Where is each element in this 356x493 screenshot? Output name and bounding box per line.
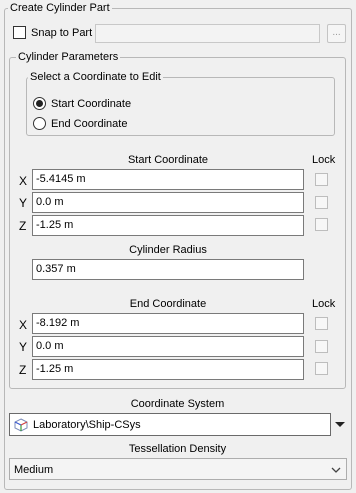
- end-z-input[interactable]: -1.25 m: [32, 359, 304, 380]
- snap-to-part-field[interactable]: [95, 24, 320, 43]
- coordinate-system-heading: Coordinate System: [130, 398, 225, 410]
- end-y-label: Y: [19, 340, 28, 354]
- start-y-input[interactable]: 0.0 m: [32, 192, 304, 213]
- coordinate-axes-icon: [13, 417, 29, 433]
- end-z-lock-checkbox[interactable]: [315, 362, 328, 375]
- end-y-lock-checkbox[interactable]: [315, 340, 328, 353]
- start-coordinate-heading: Start Coordinate: [127, 154, 209, 166]
- coordinate-system-combo[interactable]: Laboratory\Ship-CSys: [9, 413, 331, 436]
- lock-header-start: Lock: [312, 154, 336, 166]
- end-x-lock-checkbox[interactable]: [315, 317, 328, 330]
- start-y-label: Y: [19, 196, 28, 210]
- end-coordinate-heading: End Coordinate: [129, 298, 207, 310]
- coordinate-system-value: Laboratory\Ship-CSys: [33, 419, 141, 431]
- coordinate-system-dropdown-button[interactable]: [331, 413, 349, 436]
- end-x-label: X: [19, 318, 28, 332]
- snap-to-part-checkbox[interactable]: [13, 26, 26, 39]
- end-coordinate-radio[interactable]: [33, 117, 46, 130]
- start-z-input[interactable]: -1.25 m: [32, 215, 304, 236]
- end-z-label: Z: [19, 363, 27, 377]
- start-z-label: Z: [19, 219, 27, 233]
- chevron-down-icon: [330, 464, 342, 476]
- tessellation-density-combo[interactable]: Medium: [9, 458, 347, 480]
- cylinder-parameters-title: Cylinder Parameters: [16, 51, 121, 64]
- tessellation-density-value: Medium: [14, 464, 54, 476]
- start-coordinate-radio-label: Start Coordinate: [51, 98, 132, 110]
- cylinder-radius-heading: Cylinder Radius: [129, 244, 207, 256]
- select-coordinate-title: Select a Coordinate to Edit: [28, 71, 163, 84]
- dropdown-arrow-icon: [335, 422, 345, 427]
- start-x-lock-checkbox[interactable]: [315, 173, 328, 186]
- start-z-lock-checkbox[interactable]: [315, 218, 328, 231]
- create-cylinder-part-title: Create Cylinder Part: [8, 2, 112, 15]
- start-x-label: X: [19, 174, 28, 188]
- snap-to-part-label: Snap to Part: [31, 27, 93, 39]
- start-x-input[interactable]: -5.4145 m: [32, 169, 304, 190]
- start-y-lock-checkbox[interactable]: [315, 196, 328, 209]
- cylinder-radius-input[interactable]: 0.357 m: [32, 259, 304, 280]
- tessellation-density-heading: Tessellation Density: [128, 443, 227, 455]
- end-x-input[interactable]: -8.192 m: [32, 313, 304, 334]
- lock-header-end: Lock: [312, 298, 336, 310]
- start-coordinate-radio[interactable]: [33, 97, 46, 110]
- snap-browse-button[interactable]: ...: [327, 24, 346, 43]
- end-coordinate-radio-label: End Coordinate: [51, 118, 128, 130]
- end-y-input[interactable]: 0.0 m: [32, 336, 304, 357]
